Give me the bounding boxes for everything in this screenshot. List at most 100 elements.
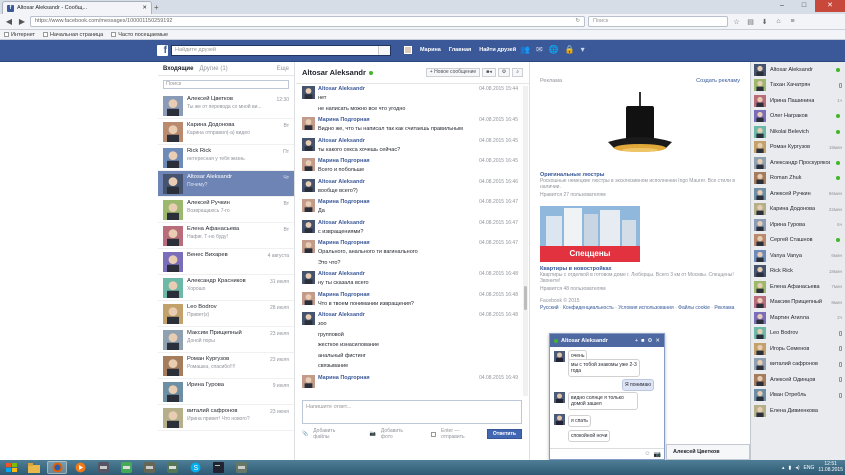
network-icon[interactable]: ▮ [789, 465, 792, 471]
chat-friend[interactable]: Мартин Агилла 2ч [751, 310, 845, 326]
conversation-item[interactable]: Алексей Ручкин Возвращаюсь 7-го Вт [158, 197, 294, 223]
send-button[interactable]: Ответить [486, 429, 522, 439]
avatar[interactable] [302, 137, 315, 151]
chat-friend[interactable]: Елена Дивиенкова [751, 403, 845, 419]
chat-friend[interactable]: Александр Проскуряков [751, 155, 845, 171]
volume-icon[interactable]: ◂) [795, 465, 799, 471]
terminal-taskbar-icon[interactable] [208, 461, 228, 474]
conversation-item[interactable]: Altosar Aleksandr Почему? Чт [158, 171, 294, 197]
language-indicator[interactable]: ENG [804, 465, 815, 471]
avatar[interactable] [302, 374, 315, 388]
star-icon[interactable]: ☆ [731, 18, 742, 26]
facebook-logo-icon[interactable]: f [157, 45, 168, 56]
minimized-chat-tab[interactable]: Алексей Цветков [666, 444, 750, 460]
conversation-item[interactable]: виталий сафронов Ирина привет! Что нового… [158, 405, 294, 431]
footer-link-language[interactable]: Русский [540, 305, 559, 311]
gear-icon[interactable]: ⚙ [647, 338, 652, 344]
chat-popup-title[interactable]: Altosar Aleksandr [561, 338, 608, 344]
back-icon[interactable]: ◀ [4, 17, 14, 26]
avatar[interactable] [302, 158, 315, 171]
chat-friend[interactable]: Rick Rick 18мин [751, 264, 845, 280]
menu-icon[interactable]: ≡ [787, 18, 798, 25]
compose-input[interactable]: Напишите ответ... [302, 400, 522, 424]
sticker-icon[interactable]: ☺ [644, 451, 650, 457]
avatar[interactable] [302, 86, 315, 99]
nav-profile[interactable]: Марина [420, 47, 441, 53]
tab-inbox[interactable]: Входящие [163, 66, 193, 72]
firefox-taskbar-icon[interactable] [47, 461, 67, 474]
avatar[interactable] [302, 240, 315, 253]
close-tab-icon[interactable]: ✕ [142, 5, 147, 11]
windows-start-icon[interactable] [0, 460, 24, 475]
chat-friend[interactable]: Иван Отребль [751, 388, 845, 404]
video-icon[interactable]: ■ [641, 338, 644, 344]
chat-friend[interactable]: Nikolai Belevich [751, 124, 845, 140]
notifications-icon[interactable]: 🌐 [549, 45, 559, 54]
chat-friend[interactable]: Leo Bodrov [751, 326, 845, 342]
game-taskbar-icon[interactable] [93, 461, 113, 474]
reload-icon[interactable]: ↻ [575, 17, 580, 26]
footer-link-terms[interactable]: Условия использования [618, 305, 674, 311]
conversation-item[interactable]: Rick Rick интересная у тебя жизнь Пт [158, 145, 294, 171]
enter-to-send-checkbox[interactable] [431, 431, 437, 437]
home-icon[interactable]: ⌂ [773, 18, 784, 25]
chat-popup-input[interactable]: ☺ 📷 [550, 448, 664, 459]
game-taskbar-icon-4[interactable] [162, 461, 182, 474]
footer-link-privacy[interactable]: Конфиденциальность [563, 305, 614, 311]
footer-link-cookies[interactable]: Файлы cookie [678, 305, 710, 311]
conversation-item[interactable]: Александр Красников Хорошо 31 июля [158, 275, 294, 301]
thread-scrollbar[interactable] [523, 86, 528, 396]
camera-icon[interactable]: 📷 [370, 431, 376, 437]
forward-icon[interactable]: ▶ [17, 17, 27, 26]
avatar[interactable] [302, 291, 315, 305]
minimize-icon[interactable]: – [771, 0, 793, 12]
conversation-item[interactable]: Елена Афанасьева Нафиг. Т-но буду! Вт [158, 223, 294, 249]
download-icon[interactable]: ⬇ [759, 18, 770, 26]
chat-friend[interactable]: Алексей Ручкин 56мин [751, 186, 845, 202]
create-ad-link[interactable]: Создать рекламу [696, 78, 740, 84]
add-files-link[interactable]: Добавить файлы [313, 428, 350, 440]
media-player-taskbar-icon[interactable] [70, 461, 90, 474]
conversation-item[interactable]: Алексей Цветков Ты же от перевода со мной… [158, 93, 294, 119]
chat-friend[interactable]: Roman Zhuk [751, 171, 845, 187]
chat-friend[interactable]: Алексей Одинцов [751, 372, 845, 388]
conversation-item[interactable]: Карина Додонова Карина отправил(-а) видео… [158, 119, 294, 145]
privacy-shortcuts-icon[interactable]: 🔒 [565, 45, 575, 54]
new-message-button[interactable]: + Новое сообщение [425, 68, 481, 77]
avatar[interactable] [302, 178, 315, 192]
chat-friend[interactable]: Vanya Vanya 6мин [751, 248, 845, 264]
chat-friend[interactable]: Altosar Aleksandr [751, 62, 845, 78]
friend-requests-icon[interactable]: 👥 [520, 45, 530, 54]
window-close-icon[interactable]: ✕ [815, 0, 845, 12]
avatar[interactable] [302, 219, 315, 233]
new-tab-icon[interactable]: + [154, 3, 159, 12]
chat-friend[interactable]: Ирина Гурова 6ч [751, 217, 845, 233]
avatar[interactable] [302, 271, 315, 284]
game-taskbar-icon-5[interactable] [231, 461, 251, 474]
chat-friend[interactable]: Тахан Хачатрян [751, 78, 845, 94]
conversation-item[interactable]: Ирина Гурова 9 июля [158, 379, 294, 405]
avatar[interactable] [302, 117, 315, 130]
bookmark-most-visited[interactable]: Часто посещаемые [111, 32, 168, 38]
scrollbar-thumb[interactable] [524, 286, 527, 310]
lamp-ad-image[interactable] [590, 92, 690, 168]
search-icon[interactable] [378, 46, 390, 55]
more-dropdown[interactable]: Еще [277, 66, 289, 72]
chat-friend[interactable]: Роман Кургузов 19мин [751, 140, 845, 156]
avatar[interactable] [302, 312, 315, 325]
footer-link-advertising[interactable]: Реклама [714, 305, 734, 311]
maximize-icon[interactable]: □ [793, 0, 815, 12]
chat-friend[interactable]: Олег Награков [751, 109, 845, 125]
game-taskbar-icon-2[interactable] [116, 461, 136, 474]
game-taskbar-icon-3[interactable] [139, 461, 159, 474]
chat-friend[interactable]: Карина Додонова 22мин [751, 202, 845, 218]
profile-avatar[interactable] [404, 46, 412, 54]
chat-friend[interactable]: Ирина Пашинина 1ч [751, 93, 845, 109]
chat-popup-header[interactable]: Altosar Aleksandr + ■ ⚙ ✕ [550, 334, 664, 347]
apartments-ad-image[interactable]: Спеццены [540, 206, 640, 262]
messages-icon[interactable]: ✉ [536, 45, 543, 54]
bookmark-internet[interactable]: Интернет [4, 32, 35, 38]
close-icon[interactable]: ✕ [655, 338, 660, 344]
conversation-item[interactable]: Максим Прищепный Доной поры 23 июля [158, 327, 294, 353]
chat-friend[interactable]: Игорь Семенов [751, 341, 845, 357]
